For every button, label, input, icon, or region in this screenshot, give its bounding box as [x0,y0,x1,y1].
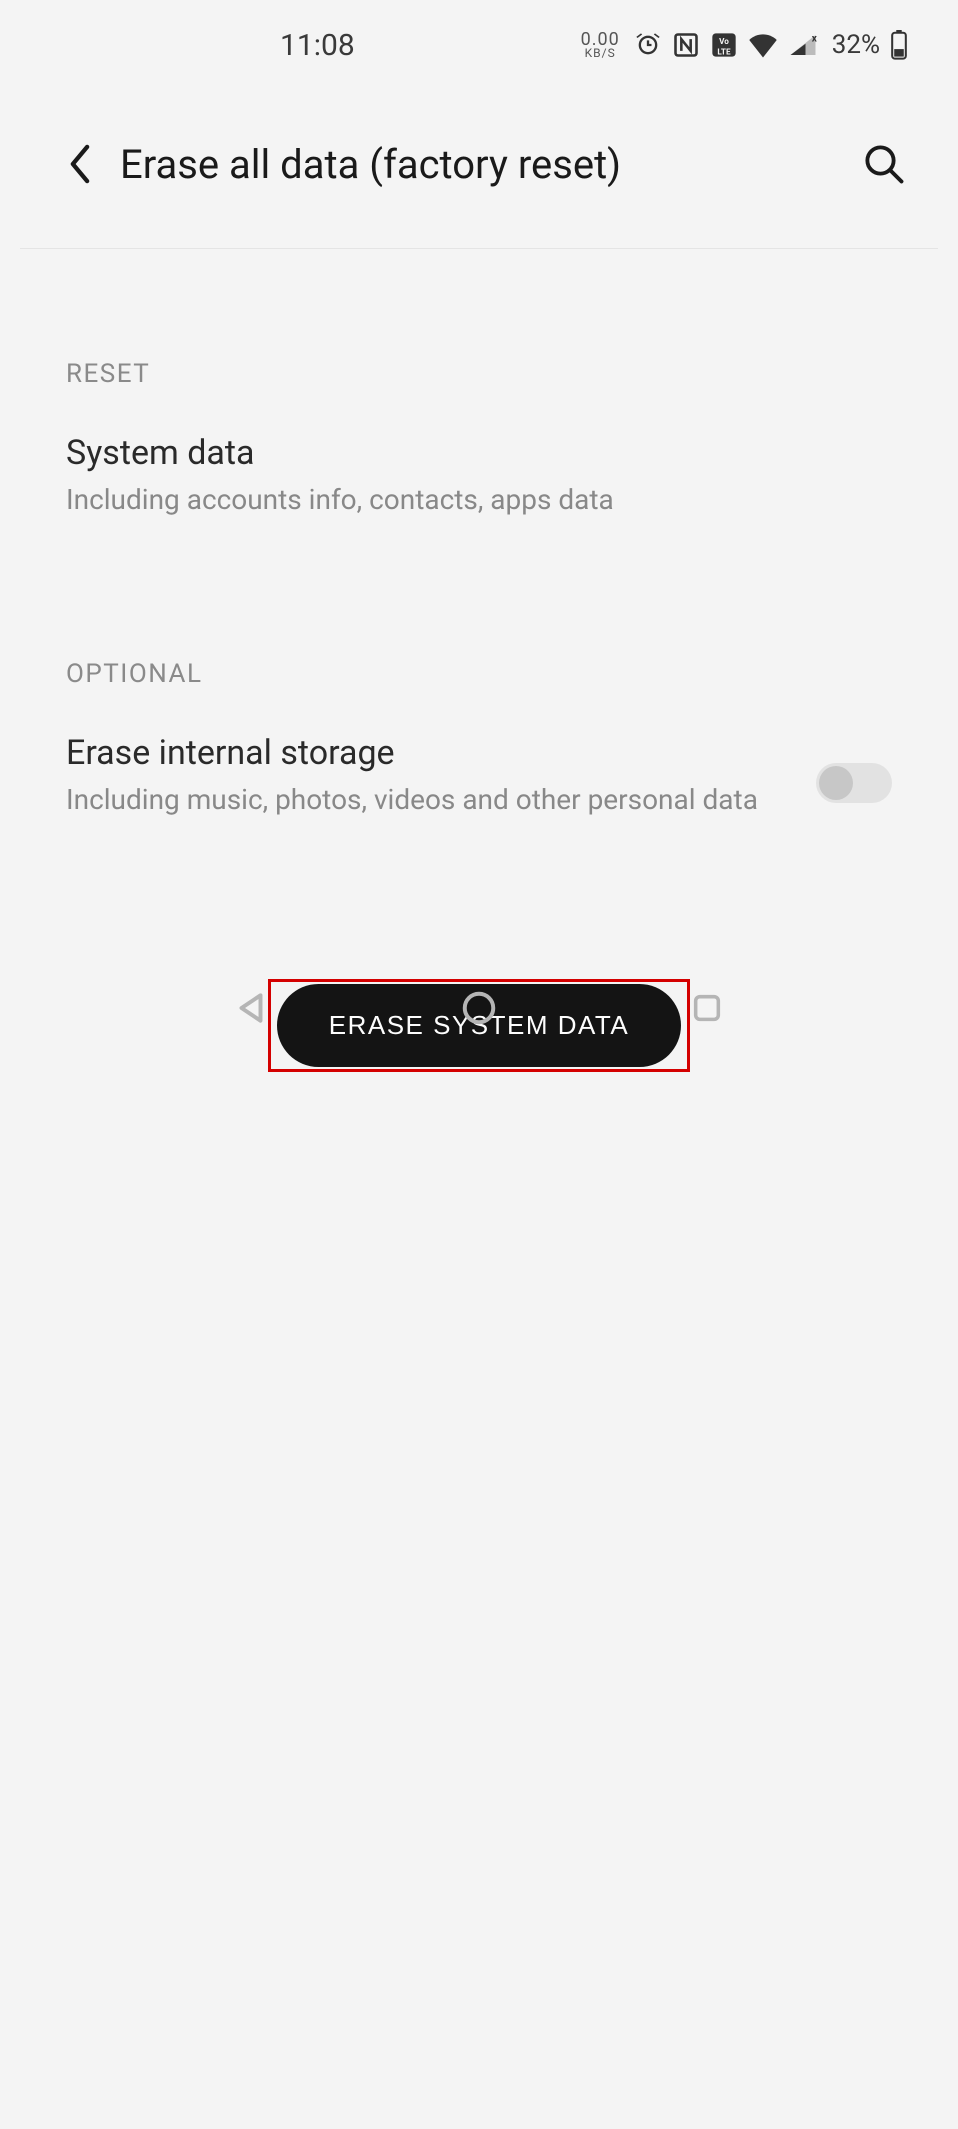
network-speed-unit: KB/S [585,48,616,59]
triangle-back-icon [232,989,270,1027]
svg-text:LTE: LTE [717,46,731,56]
status-time: 11:08 [280,28,355,63]
erase-internal-storage-subtitle: Including music, photos, videos and othe… [66,781,786,819]
cellular-signal-icon: x [788,32,818,58]
search-button[interactable] [860,140,908,188]
system-data-subtitle: Including accounts info, contacts, apps … [66,481,892,519]
erase-internal-storage-toggle[interactable] [816,763,892,803]
wifi-icon [748,32,778,58]
nfc-icon [672,31,700,59]
toggle-knob [819,766,853,800]
erase-internal-storage-item[interactable]: Erase internal storage Including music, … [66,733,892,819]
status-bar: 11:08 0.00 KB/S VoLTE x 32% [20,0,938,90]
square-recent-icon [690,991,724,1025]
chevron-left-icon [67,144,93,184]
section-header-reset: RESET [66,359,892,389]
battery-icon [890,30,908,60]
system-data-item[interactable]: System data Including accounts info, con… [66,433,892,519]
svg-text:x: x [811,33,817,44]
network-speed-indicator: 0.00 KB/S [581,32,620,59]
battery-percentage: 32% [832,30,880,60]
alarm-icon [634,31,662,59]
svg-text:Vo: Vo [719,36,729,46]
nav-back-button[interactable] [227,984,275,1032]
system-data-title: System data [66,433,892,473]
nav-home-button[interactable] [455,984,503,1032]
page-title: Erase all data (factory reset) [120,141,860,188]
status-icons: 0.00 KB/S VoLTE x 32% [581,30,908,60]
system-nav-bar [20,984,938,1032]
nav-recent-button[interactable] [683,984,731,1032]
app-header: Erase all data (factory reset) [20,90,938,249]
circle-home-icon [460,989,498,1027]
section-header-optional: OPTIONAL [66,659,892,689]
volte-icon: VoLTE [710,31,738,59]
back-button[interactable] [60,144,100,184]
erase-internal-storage-title: Erase internal storage [66,733,786,773]
search-icon [863,143,905,185]
